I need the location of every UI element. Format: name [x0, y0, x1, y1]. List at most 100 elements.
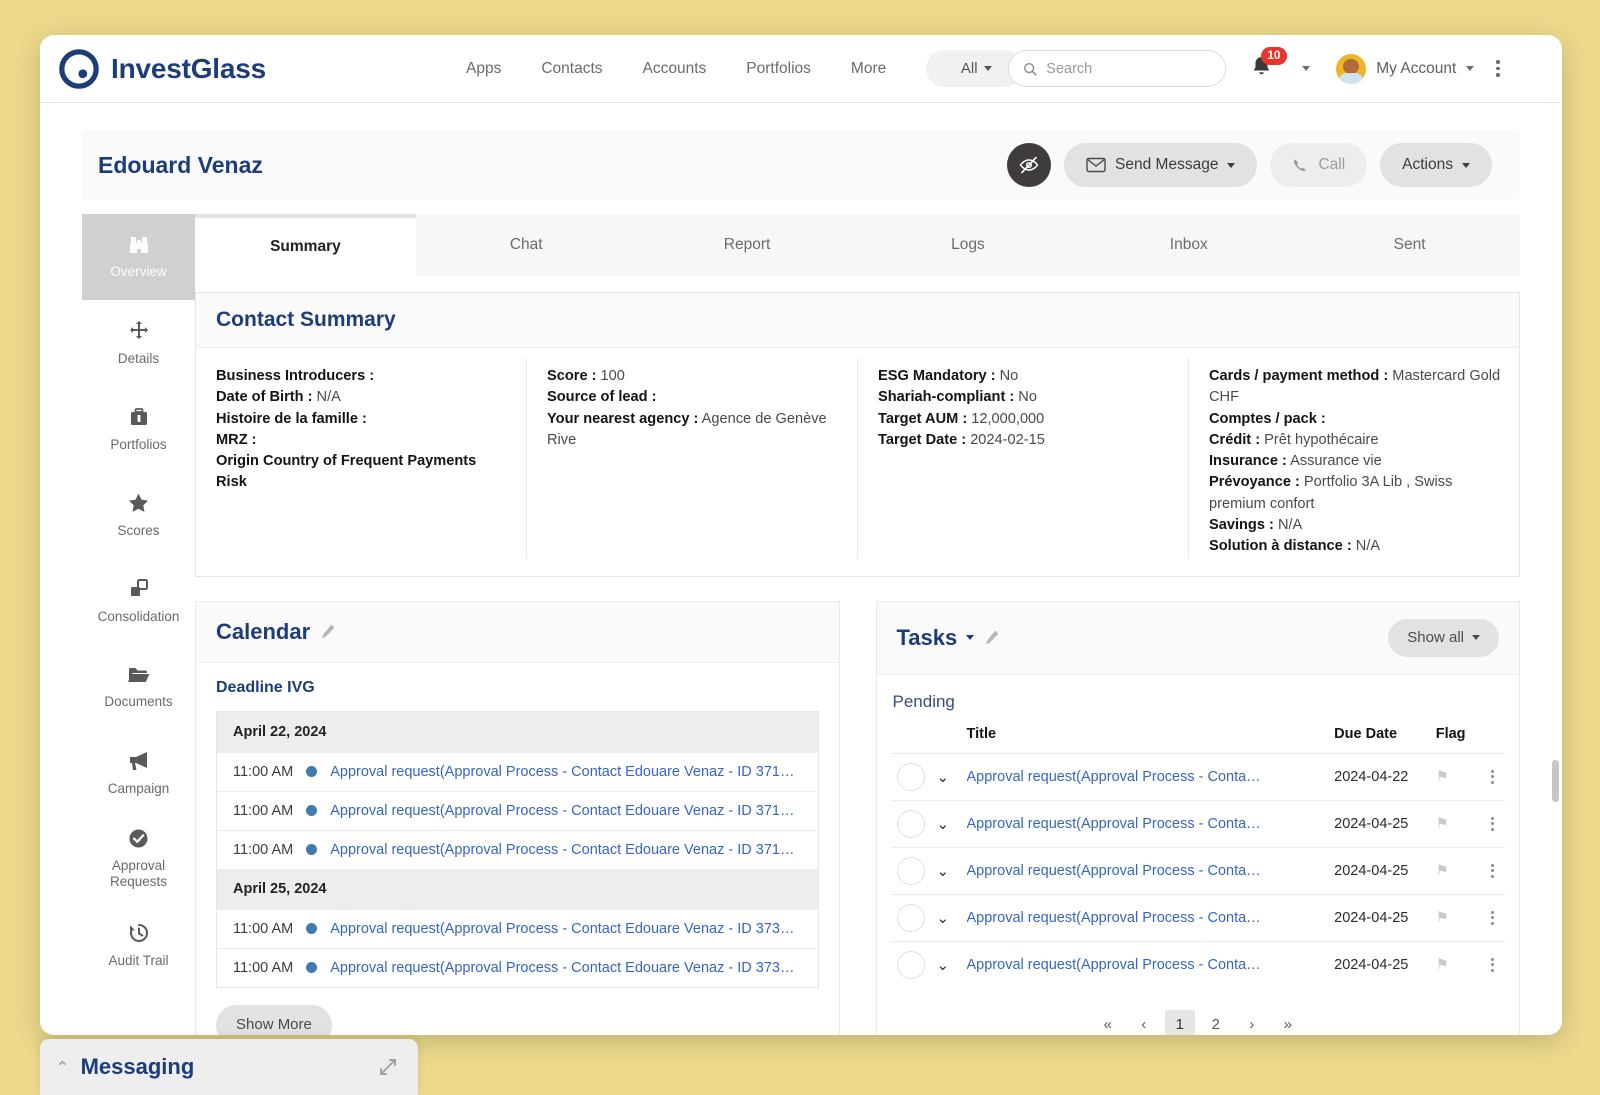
- summary-key: Comptes / pack :: [1209, 410, 1326, 427]
- table-row[interactable]: ⌄ Approval request(Approval Process - Co…: [890, 893, 1505, 942]
- task-checkbox[interactable]: [896, 903, 925, 932]
- flag-icon[interactable]: ⚑: [1436, 816, 1449, 832]
- task-title-link[interactable]: Approval request(Approval Process - Cont…: [967, 910, 1267, 926]
- event-link[interactable]: Approval request(Approval Process - Cont…: [330, 764, 794, 780]
- nav-item-more[interactable]: More: [851, 60, 886, 78]
- task-checkbox[interactable]: [896, 950, 925, 979]
- tasks-pagination: « ‹ 1 2 › »: [891, 988, 1506, 1035]
- brand-logo-area[interactable]: InvestGlass: [58, 48, 266, 90]
- summary-key: Origin Country of Frequent Payments Risk: [216, 453, 477, 491]
- notifications-chevron-down-icon[interactable]: [1302, 66, 1311, 71]
- tasks-panel-header: Tasks Show all: [876, 601, 1519, 675]
- row-overflow-menu[interactable]: [1485, 769, 1499, 784]
- pagination-page-1[interactable]: 1: [1164, 1009, 1195, 1035]
- row-overflow-menu[interactable]: [1485, 863, 1499, 878]
- flag-icon[interactable]: ⚑: [1436, 863, 1449, 879]
- calendar-event-row[interactable]: 11:00 AM Approval request(Approval Proce…: [217, 829, 818, 869]
- event-time: 11:00 AM: [233, 841, 294, 858]
- expand-chevron-down-icon[interactable]: ⌄: [937, 816, 950, 833]
- edit-pencil-icon[interactable]: [319, 623, 336, 640]
- tab-logs[interactable]: Logs: [857, 214, 1078, 276]
- sidebar-item-overview[interactable]: Overview: [82, 214, 195, 300]
- call-label: Call: [1318, 156, 1346, 173]
- tasks-chevron-down-icon[interactable]: [966, 635, 975, 641]
- edit-pencil-icon[interactable]: [983, 629, 1000, 646]
- call-button[interactable]: Call: [1270, 143, 1368, 187]
- contact-header: Edouard Venaz Send Message Call Actions: [82, 130, 1520, 200]
- tab-inbox[interactable]: Inbox: [1078, 214, 1299, 276]
- notifications-button[interactable]: 10: [1250, 46, 1287, 84]
- nav-item-accounts[interactable]: Accounts: [643, 60, 707, 78]
- chevron-up-icon[interactable]: ⌃: [56, 1058, 69, 1076]
- summary-field: Your nearest agency : Agence de Genève R…: [547, 409, 839, 452]
- expand-chevron-down-icon[interactable]: ⌄: [937, 863, 950, 880]
- table-row[interactable]: ⌄ Approval request(Approval Process - Co…: [890, 940, 1505, 988]
- expand-icon[interactable]: [378, 1057, 398, 1077]
- calendar-event-row[interactable]: 11:00 AM Approval request(Approval Proce…: [217, 790, 818, 830]
- sidebar-item-consolidation[interactable]: Consolidation: [82, 558, 195, 644]
- expand-chevron-down-icon[interactable]: ⌄: [937, 910, 950, 927]
- sidebar-item-scores[interactable]: Scores: [82, 472, 195, 558]
- pending-section-label: Pending: [892, 691, 955, 711]
- contact-summary-card: Contact Summary Business Introducers : D…: [195, 292, 1520, 577]
- pagination-last[interactable]: »: [1273, 1010, 1303, 1035]
- send-message-button[interactable]: Send Message: [1064, 143, 1258, 187]
- row-overflow-menu[interactable]: [1485, 816, 1499, 831]
- actions-button[interactable]: Actions: [1380, 143, 1492, 187]
- page-scrollbar[interactable]: [1552, 760, 1559, 802]
- task-title-link[interactable]: Approval request(Approval Process - Cont…: [967, 957, 1267, 973]
- task-checkbox[interactable]: [896, 762, 925, 791]
- calendar-event-row[interactable]: 11:00 AM Approval request(Approval Proce…: [217, 751, 818, 791]
- tab-chat[interactable]: Chat: [416, 214, 637, 276]
- pagination-next[interactable]: ›: [1237, 1010, 1267, 1035]
- hide-details-button[interactable]: [1007, 143, 1052, 187]
- expand-chevron-down-icon[interactable]: ⌄: [937, 769, 950, 786]
- row-overflow-menu[interactable]: [1485, 910, 1499, 925]
- sidebar-item-details[interactable]: Details: [82, 300, 195, 386]
- account-menu[interactable]: My Account: [1336, 53, 1475, 84]
- search-input[interactable]: [1046, 60, 1212, 77]
- task-checkbox[interactable]: [896, 809, 925, 838]
- pagination-page-2[interactable]: 2: [1201, 1010, 1231, 1035]
- investglass-logo-icon: [59, 48, 99, 89]
- event-link[interactable]: Approval request(Approval Process - Cont…: [330, 921, 794, 937]
- pagination-first[interactable]: «: [1093, 1010, 1123, 1035]
- calendar-event-row[interactable]: 11:00 AM Approval request(Approval Proce…: [217, 908, 818, 948]
- tab-sent[interactable]: Sent: [1299, 214, 1520, 276]
- nav-item-apps[interactable]: Apps: [466, 60, 501, 78]
- nav-item-contacts[interactable]: Contacts: [541, 60, 602, 78]
- search-box[interactable]: [1008, 50, 1227, 87]
- show-all-button[interactable]: Show all: [1388, 618, 1499, 657]
- overflow-menu-button[interactable]: [1496, 60, 1500, 77]
- event-link[interactable]: Approval request(Approval Process - Cont…: [330, 842, 794, 858]
- tab-summary[interactable]: Summary: [195, 214, 416, 276]
- event-link[interactable]: Approval request(Approval Process - Cont…: [330, 960, 794, 976]
- event-link[interactable]: Approval request(Approval Process - Cont…: [330, 803, 794, 819]
- tab-report[interactable]: Report: [637, 214, 858, 276]
- sidebar-item-documents[interactable]: Documents: [82, 644, 195, 730]
- task-title-link[interactable]: Approval request(Approval Process - Cont…: [967, 816, 1267, 832]
- sidebar-item-approval-requests[interactable]: Approval Requests: [82, 816, 195, 902]
- calendar-title: Calendar: [216, 618, 311, 644]
- row-overflow-menu[interactable]: [1485, 957, 1499, 972]
- sidebar-item-campaign[interactable]: Campaign: [82, 730, 195, 816]
- flag-icon[interactable]: ⚑: [1436, 769, 1449, 785]
- messaging-dock[interactable]: ⌃ Messaging: [40, 1039, 418, 1095]
- flag-icon[interactable]: ⚑: [1436, 910, 1449, 926]
- task-title-link[interactable]: Approval request(Approval Process - Cont…: [967, 769, 1267, 785]
- table-row[interactable]: ⌄ Approval request(Approval Process - Co…: [890, 752, 1505, 801]
- task-checkbox[interactable]: [896, 856, 925, 885]
- pagination-prev[interactable]: ‹: [1129, 1010, 1159, 1035]
- show-more-button[interactable]: Show More: [216, 1004, 332, 1035]
- table-row[interactable]: ⌄ Approval request(Approval Process - Co…: [890, 846, 1505, 895]
- sidebar-label: Audit Trail: [108, 952, 169, 968]
- table-row[interactable]: ⌄ Approval request(Approval Process - Co…: [890, 799, 1505, 848]
- sidebar-item-portfolios[interactable]: Portfolios: [82, 386, 195, 472]
- flag-icon[interactable]: ⚑: [1436, 957, 1449, 973]
- calendar-event-row[interactable]: 11:00 AM Approval request(Approval Proce…: [217, 947, 818, 987]
- task-title-link[interactable]: Approval request(Approval Process - Cont…: [967, 863, 1267, 879]
- tasks-table-header-row: Title Due Date Flag: [891, 720, 1506, 754]
- sidebar-item-audit-trail[interactable]: Audit Trail: [82, 902, 195, 988]
- expand-chevron-down-icon[interactable]: ⌄: [937, 957, 950, 974]
- nav-item-portfolios[interactable]: Portfolios: [746, 60, 811, 78]
